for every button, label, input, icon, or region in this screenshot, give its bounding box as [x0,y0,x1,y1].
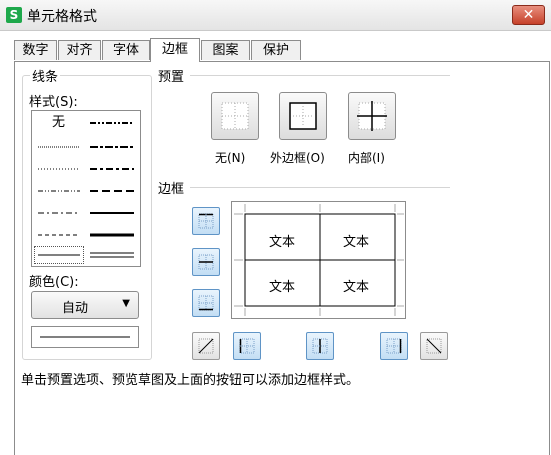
preset-none-label: 无(N) [215,151,246,165]
inside-horizontal-border-button[interactable] [192,248,220,276]
tab-pattern[interactable]: 图案 [201,40,250,60]
line-style-dashed[interactable] [34,227,84,243]
presets-title: 预置 [158,66,185,85]
preview-cell-text: 文本 [343,235,370,250]
color-label: 颜色(C): [29,271,79,290]
line-style-medium-dash-dot-dot[interactable] [86,115,138,131]
presets-separator [190,75,450,76]
style-label: 样式(S): [29,91,78,110]
preview-cell-text: 文本 [269,235,296,250]
app-icon: S [6,7,22,23]
line-style-dash-dot[interactable] [34,205,84,221]
left-border-button[interactable] [233,332,261,360]
line-style-thick[interactable] [86,227,138,243]
right-border-button[interactable] [380,332,408,360]
tab-protection[interactable]: 保护 [251,40,301,60]
none-style-label: 无 [52,115,66,130]
border-none-icon [221,102,249,130]
line-style-medium-dashed[interactable] [86,183,138,199]
bottom-border-button[interactable] [192,289,220,317]
tab-border[interactable]: 边框 [150,38,200,62]
line-style-dotted[interactable] [34,161,84,177]
top-border-button[interactable] [192,207,220,235]
hint-text: 单击预置选项、预览草图及上面的按钮可以添加边框样式。 [21,373,360,388]
color-dropdown[interactable]: 自动 ▼ [31,291,139,319]
line-style-double[interactable] [86,247,138,263]
preset-outline-button[interactable] [279,92,327,140]
border-right-icon [386,338,402,354]
title-bar: S 单元格格式 ✕ [0,0,551,31]
line-style-medium[interactable] [86,205,138,221]
border-diagonal-down-icon [426,338,442,354]
line-style-dash-dot-dot[interactable] [34,183,84,199]
border-preview[interactable]: 文本 文本 文本 文本 [231,201,406,319]
border-left-icon [239,338,255,354]
line-style-preview [31,326,139,348]
line-style-slant-dash-dot[interactable] [86,139,138,155]
border-title: 边框 [158,178,185,197]
tab-alignment[interactable]: 对齐 [58,40,101,60]
preset-inside-button[interactable] [348,92,396,140]
inside-vertical-border-button[interactable] [306,332,334,360]
border-outline-icon [289,102,317,130]
preview-cell-text: 文本 [269,280,296,295]
border-top-icon [198,213,214,229]
line-style-medium-dash-dot[interactable] [86,161,138,177]
border-preview-grid [234,204,404,316]
tab-font[interactable]: 字体 [102,40,150,60]
preset-none-button[interactable] [211,92,259,140]
line-style-list: 无 [31,110,141,267]
line-style-hair[interactable] [34,139,84,155]
border-inside-vertical-icon [312,338,328,354]
line-style-thin-selected[interactable] [34,246,84,264]
window-title: 单元格格式 [27,9,97,25]
preset-outline-label: 外边框(O) [270,151,325,165]
preset-inside-label: 内部(I) [348,151,385,165]
border-inside-icon [357,101,387,131]
line-group-title: 线条 [30,66,61,85]
diagonal-up-border-button[interactable] [192,332,220,360]
border-bottom-icon [198,295,214,311]
close-button[interactable]: ✕ [512,5,545,25]
border-separator [190,187,450,188]
triangle-down-icon: ▼ [122,298,130,309]
tab-number[interactable]: 数字 [14,40,57,60]
diagonal-down-border-button[interactable] [420,332,448,360]
border-diagonal-up-icon [198,338,214,354]
preview-cell-text: 文本 [343,280,370,295]
line-style-none[interactable]: 无 [34,115,84,131]
border-inside-horizontal-icon [198,254,214,270]
color-value: 自动 [62,301,89,316]
